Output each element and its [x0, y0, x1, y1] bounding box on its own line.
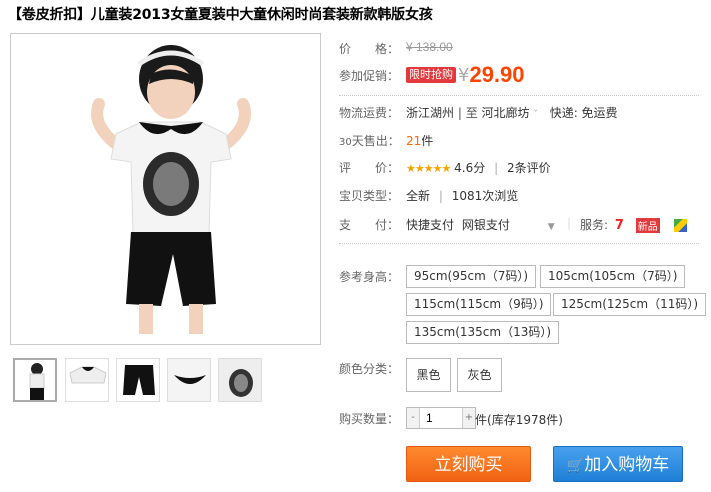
ship-to-select[interactable]: 河北廊坊	[482, 106, 530, 120]
quantity-minus-button[interactable]: -	[407, 408, 419, 428]
ship-to-separator: | 至	[457, 106, 478, 120]
price-label: 价 格：	[339, 42, 400, 56]
quantity-plus-button[interactable]: +	[463, 408, 475, 428]
size-option-95[interactable]: 95cm(95cm（7码）)	[406, 265, 537, 288]
size-option-105[interactable]: 105cm(105cm（7码）)	[540, 265, 686, 288]
divider	[339, 95, 699, 96]
sales-value: 21件	[406, 132, 433, 149]
stock-count: (库存1978件)	[487, 413, 563, 427]
thumbnail-3[interactable]	[116, 358, 160, 402]
product-title: 【卷皮折扣】儿童装2013女童夏装中大童休闲时尚套装新款韩版女孩	[8, 7, 433, 23]
rating-info: ★★★★★ 4.6分 | 2条评价	[406, 161, 551, 175]
seven-day-return-icon: 7	[614, 218, 624, 233]
new-product-badge: 新品	[635, 218, 660, 233]
sales-unit: 件	[421, 134, 434, 148]
quantity-input[interactable]	[419, 408, 463, 428]
item-type-info: 全新 | 1081次浏览	[406, 189, 519, 203]
payment-methods: 快捷支付 网银支付 ▼	[406, 216, 555, 233]
divider	[339, 243, 699, 244]
item-type-label: 宝贝类型：	[339, 189, 400, 203]
quantity-unit: 件	[475, 413, 488, 427]
buy-now-button[interactable]: 立刻购买	[406, 446, 531, 482]
color-label: 颜色分类：	[339, 362, 400, 376]
quantity-label: 购买数量：	[339, 412, 400, 426]
services-label: 服务:	[580, 218, 609, 232]
chevron-down-icon[interactable]: ▼	[548, 222, 555, 232]
review-count-link[interactable]: 2条评价	[507, 161, 551, 175]
promo-tag: 限时抢购	[406, 67, 456, 83]
currency-symbol: ¥	[458, 64, 470, 86]
cart-icon: 🛒	[566, 458, 585, 474]
quantity-stepper: - +	[406, 407, 476, 429]
thumbnail-5[interactable]	[218, 358, 262, 402]
item-condition: 全新	[406, 189, 431, 203]
size-option-125[interactable]: 125cm(125cm（11码）)	[553, 293, 707, 316]
stock-info: 件(库存1978件)	[475, 411, 563, 428]
express-fee: 快递: 免运费	[549, 106, 618, 120]
rating-score: 4.6分	[454, 161, 486, 175]
thumbnail-4[interactable]	[167, 358, 211, 402]
promo-label: 参加促销：	[339, 69, 400, 83]
promo-price: 29.90	[469, 62, 525, 87]
sales-label: 30天售出：	[339, 134, 400, 148]
main-product-image[interactable]	[10, 33, 321, 345]
ship-from: 浙江湖州	[406, 106, 455, 120]
original-price: ¥ 138.00	[406, 40, 453, 54]
payment-label: 支 付：	[339, 218, 400, 232]
payment-bank: 网银支付	[461, 218, 510, 232]
chevron-down-icon[interactable]: ˇ	[533, 110, 538, 120]
girl-outfit-illustration	[11, 34, 320, 344]
size-option-135[interactable]: 135cm(135cm（13码）)	[406, 321, 560, 344]
guarantee-icon	[673, 219, 687, 232]
rating-label: 评 价：	[339, 161, 400, 175]
promo-price-group: 限时抢购 ¥29.90	[406, 62, 525, 88]
shipping-info: 浙江湖州 | 至 河北廊坊 ˇ 快递: 免运费	[406, 104, 618, 121]
selected-indicator-icon	[35, 358, 45, 360]
size-option-115[interactable]: 115cm(115cm（9码）)	[406, 293, 552, 316]
size-label: 参考身高：	[339, 270, 400, 284]
thumbnail-1[interactable]	[13, 358, 57, 402]
thumbnail-2[interactable]	[65, 358, 109, 402]
rating-stars-icon: ★★★★★	[406, 162, 451, 175]
color-option-gray[interactable]: 灰色	[457, 358, 502, 392]
services: 服务: 7 新品	[580, 216, 687, 233]
view-count: 1081次浏览	[451, 189, 519, 203]
add-to-cart-button[interactable]: 🛒加入购物车	[553, 446, 683, 482]
payment-quick: 快捷支付	[406, 218, 455, 232]
sales-count: 21	[406, 134, 422, 148]
shipping-label: 物流运费：	[339, 106, 400, 120]
color-option-black[interactable]: 黑色	[406, 358, 451, 392]
